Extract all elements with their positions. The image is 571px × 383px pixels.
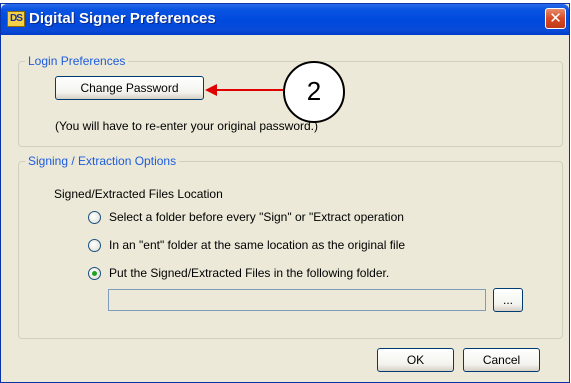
change-password-button[interactable]: Change Password [55, 76, 204, 100]
ok-button[interactable]: OK [377, 348, 454, 372]
radio-select-folder-label[interactable]: Select a folder before every "Sign" or "… [109, 210, 404, 224]
signing-options-legend: Signing / Extraction Options [25, 154, 180, 168]
close-button[interactable]: ✕ [545, 8, 566, 29]
password-note: (You will have to re-enter your original… [55, 119, 319, 133]
folder-path-field[interactable] [108, 289, 486, 311]
close-icon: ✕ [549, 9, 562, 27]
window-title: Digital Signer Preferences [29, 10, 216, 27]
app-icon: DS [7, 11, 25, 27]
files-location-label: Signed/Extracted Files Location [54, 187, 223, 201]
dialog-window: DS Digital Signer Preferences ✕ Login Pr… [0, 3, 570, 383]
radio-following-folder[interactable] [88, 267, 101, 280]
login-preferences-legend: Login Preferences [25, 54, 129, 68]
radio-select-folder[interactable] [88, 211, 101, 224]
callout-number: 2 [283, 61, 345, 123]
radio-ent-folder[interactable] [88, 239, 101, 252]
callout-arrow-icon [205, 84, 285, 96]
browse-button[interactable]: ... [493, 288, 523, 312]
cancel-button[interactable]: Cancel [463, 348, 540, 372]
radio-selected-dot [92, 271, 97, 276]
radio-ent-folder-label[interactable]: In an "ent" folder at the same location … [109, 238, 405, 252]
radio-following-folder-label[interactable]: Put the Signed/Extracted Files in the fo… [109, 266, 389, 280]
title-bar[interactable]: DS Digital Signer Preferences ✕ [1, 4, 569, 35]
